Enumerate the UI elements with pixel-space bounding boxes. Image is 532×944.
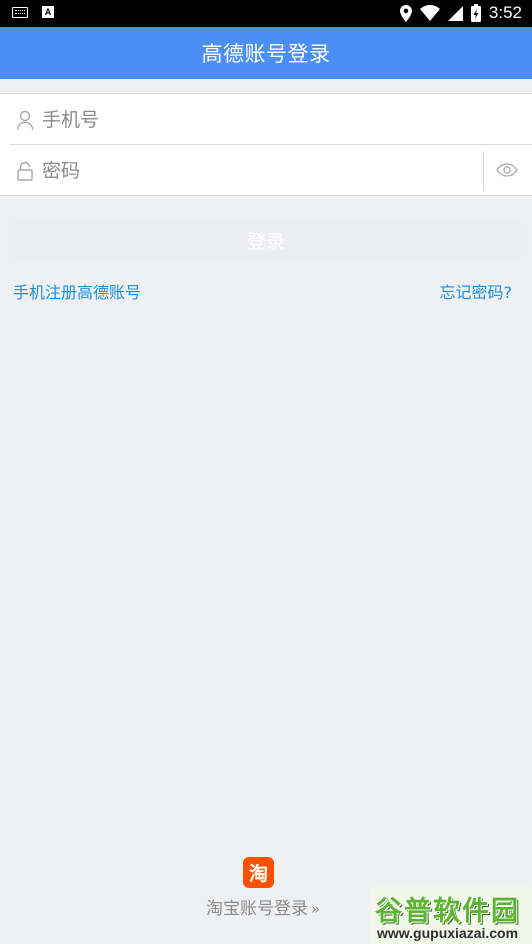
- forgot-password-link[interactable]: 忘记密码?: [440, 279, 513, 303]
- watermark-logo: 谷普软件园 www.gupuxiazai.com: [371, 887, 532, 944]
- chevron-right-icon: »: [311, 900, 321, 918]
- taobao-login-label: 淘宝账号登录: [206, 899, 308, 919]
- user-icon: [16, 110, 34, 130]
- vertical-separator: [483, 151, 484, 191]
- taobao-login-link[interactable]: 淘宝账号登录»: [206, 894, 320, 919]
- watermark-url: www.gupuxiazai.com: [377, 925, 519, 941]
- taobao-logo-icon[interactable]: 淘: [243, 857, 274, 888]
- register-link[interactable]: 手机注册高德账号: [13, 279, 141, 303]
- wifi-icon: [419, 5, 440, 21]
- status-bar: A 3:52: [0, 0, 532, 27]
- password-row: [0, 145, 532, 196]
- phone-row: [0, 94, 532, 145]
- login-form: [0, 93, 532, 196]
- eye-icon[interactable]: [496, 161, 518, 179]
- watermark-title: 谷普软件园: [375, 896, 520, 927]
- keyboard-icon: [12, 6, 28, 18]
- accessibility-a-icon: A: [42, 6, 54, 18]
- password-input[interactable]: [42, 145, 462, 196]
- battery-charging-icon: [470, 4, 481, 22]
- location-icon: [399, 4, 412, 22]
- signal-icon: [447, 5, 463, 21]
- page-title: 高德账号登录: [201, 42, 331, 66]
- phone-input[interactable]: [42, 94, 462, 145]
- lock-icon: [17, 161, 33, 181]
- clock-time: 3:52: [488, 3, 522, 22]
- login-button[interactable]: 登录: [11, 218, 521, 262]
- app-bar: 高德账号登录: [0, 27, 532, 79]
